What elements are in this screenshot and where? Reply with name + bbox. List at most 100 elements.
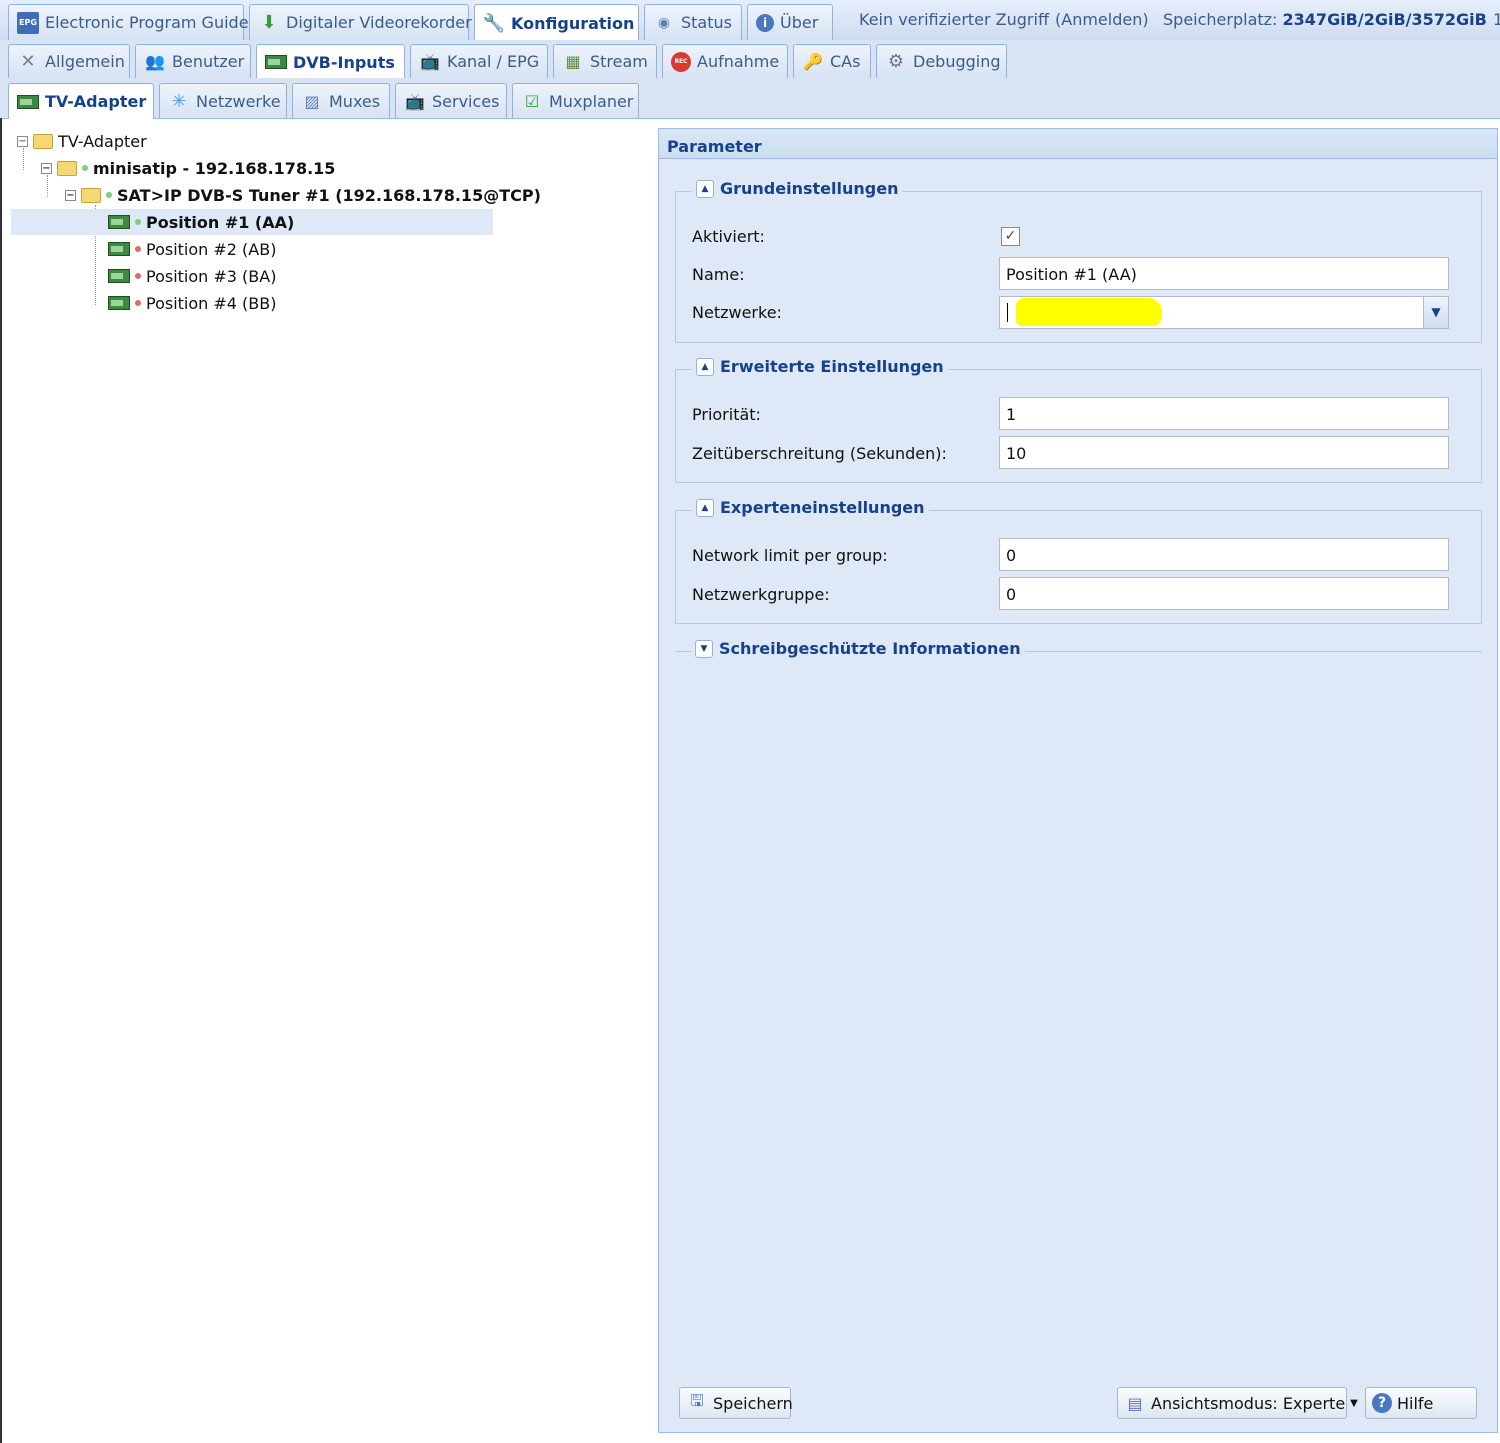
networks-label: Netzwerke:	[692, 303, 782, 322]
tab-services[interactable]: 📺 Services	[395, 83, 507, 118]
info-icon: i	[756, 13, 774, 32]
timeout-label: Zeitüberschreitung (Sekunden):	[692, 444, 947, 463]
panel-title: Parameter	[659, 129, 1497, 159]
stream-icon: ▦	[565, 52, 581, 71]
status-dot-icon	[135, 246, 141, 252]
collapse-up-icon[interactable]: ▲	[696, 498, 714, 517]
tab-recording[interactable]: REC Aufnahme	[662, 44, 788, 78]
tab-cas[interactable]: 🔑 CAs	[793, 44, 871, 78]
tab-about[interactable]: i Über	[747, 4, 833, 40]
tab-label: TV-Adapter	[45, 92, 147, 111]
tree-node-position[interactable]: Position #4 (BB)	[108, 290, 277, 316]
wrench-icon: 🔧	[482, 12, 506, 34]
network-limit-label: Network limit per group:	[692, 546, 888, 565]
tab-muxes[interactable]: ▨ Muxes	[292, 83, 390, 118]
tab-users[interactable]: 👥 Benutzer	[135, 44, 251, 78]
tree-node-position[interactable]: Position #3 (BA)	[108, 263, 276, 289]
satellite-icon: ▨	[304, 91, 320, 111]
timeout-input[interactable]: 10	[999, 436, 1449, 469]
legend-label: Schreibgeschützte Informationen	[719, 639, 1021, 658]
tab-label: CAs	[830, 52, 861, 71]
chevron-down-icon[interactable]: ▼	[1423, 297, 1448, 328]
enabled-checkbox[interactable]: ✓	[1001, 227, 1020, 246]
header-overflow-text: 1	[1493, 10, 1500, 29]
tab-stream[interactable]: ▦ Stream	[553, 44, 657, 78]
tv-icon: 📺	[420, 52, 440, 71]
window-edge	[0, 118, 2, 1443]
tree-node-label: Position #2 (AB)	[146, 239, 277, 259]
tab-configuration[interactable]: 🔧 Konfiguration	[474, 4, 639, 41]
tab-general[interactable]: ✕ Allgemein	[8, 44, 130, 78]
button-label: Ansichtsmodus: Experte	[1151, 1393, 1346, 1413]
parameter-panel: Parameter ▲ Grundeinstellungen Aktiviert…	[658, 128, 1498, 1433]
tv-icon: 📺	[405, 91, 425, 111]
storage-label: Speicherplatz:	[1163, 10, 1278, 29]
tab-label: Konfiguration	[511, 13, 635, 33]
collapse-icon[interactable]: −	[65, 189, 76, 201]
key-icon: 🔑	[803, 52, 823, 71]
access-status: Kein verifizierter Zugriff	[859, 10, 1049, 29]
tab-networks[interactable]: ✳ Netzwerke	[159, 83, 287, 118]
tab-status[interactable]: ◉ Status	[644, 4, 742, 40]
priority-label: Priorität:	[692, 405, 761, 424]
fieldset-legend[interactable]: ▼ Schreibgeschützte Informationen	[691, 639, 1025, 658]
tab-muxplaner[interactable]: ☑ Muxplaner	[512, 83, 639, 118]
collapse-up-icon[interactable]: ▲	[696, 179, 714, 198]
tab-label: Muxes	[329, 91, 381, 111]
view-mode-button[interactable]: ▤ Ansichtsmodus: Experte ▼	[1117, 1387, 1358, 1419]
tree-node-position[interactable]: Position #2 (AB)	[108, 236, 276, 262]
button-label: Hilfe	[1397, 1393, 1434, 1413]
tv-card-icon	[108, 269, 130, 283]
epg-icon: EPG	[17, 11, 39, 34]
storage-info: Speicherplatz: 2347GiB/2GiB/3572GiB	[1163, 10, 1487, 29]
storage-value: 2347GiB/2GiB/3572GiB	[1282, 10, 1487, 29]
folder-icon	[33, 133, 53, 149]
fieldset-legend[interactable]: ▲ Erweiterte Einstellungen	[692, 357, 948, 376]
tree-node-tuner[interactable]: − SAT>IP DVB-S Tuner #1 (192.168.178.15@…	[65, 182, 541, 208]
fieldset-expert: ▲ Experteneinstellungen Network limit pe…	[675, 498, 1482, 624]
tab-dvb-inputs[interactable]: DVB-Inputs	[256, 44, 405, 79]
help-button[interactable]: ? Hilfe	[1365, 1387, 1477, 1419]
users-icon: 👥	[145, 52, 165, 71]
collapse-up-icon[interactable]: ▲	[696, 357, 714, 376]
login-link[interactable]: (Anmelden)	[1055, 10, 1149, 29]
tab-label: Über	[780, 13, 819, 32]
tree-node-label: Position #4 (BB)	[146, 293, 277, 313]
tab-label: Electronic Program Guide	[45, 13, 249, 32]
tab-label: Debugging	[913, 52, 1001, 71]
name-input[interactable]: Position #1 (AA)	[999, 257, 1449, 290]
tree-node-root[interactable]: − TV-Adapter	[17, 128, 147, 154]
name-label: Name:	[692, 265, 745, 284]
fieldset-advanced: ▲ Erweiterte Einstellungen Priorität: 1 …	[675, 357, 1482, 483]
tab-label: Aufnahme	[697, 52, 780, 71]
tab-epg[interactable]: EPG Electronic Program Guide	[8, 4, 249, 40]
tree-node-position[interactable]: Position #1 (AA)	[11, 209, 493, 235]
collapse-icon[interactable]: −	[17, 135, 28, 147]
layout-icon: ▤	[1127, 1393, 1143, 1413]
tab-dvr[interactable]: ⬇ Digitaler Videorekorder	[249, 4, 472, 40]
calendar-check-icon: ☑	[524, 91, 540, 111]
legend-label: Grundeinstellungen	[720, 179, 899, 198]
tv-card-icon	[108, 242, 130, 256]
priority-input[interactable]: 1	[999, 397, 1449, 430]
tab-tv-adapter[interactable]: TV-Adapter	[8, 83, 154, 119]
tree-node-label: Position #1 (AA)	[146, 212, 295, 232]
tab-channel-epg[interactable]: 📺 Kanal / EPG	[410, 44, 548, 78]
fieldset-legend[interactable]: ▲ Grundeinstellungen	[692, 179, 903, 198]
fieldset-legend[interactable]: ▲ Experteneinstellungen	[692, 498, 929, 517]
tab-debugging[interactable]: ⚙ Debugging	[876, 44, 1007, 78]
networks-combo[interactable]: ▼	[999, 296, 1449, 329]
tv-card-icon	[108, 296, 130, 310]
save-button[interactable]: 🖫 Speichern	[679, 1387, 793, 1419]
fieldset-basic: ▲ Grundeinstellungen Aktiviert: ✓ Name: …	[675, 179, 1482, 343]
config-tabbar: ✕ Allgemein 👥 Benutzer DVB-Inputs 📺 Kana…	[0, 40, 1500, 79]
button-label: Speichern	[713, 1393, 793, 1413]
dvb-tabbar: TV-Adapter ✳ Netzwerke ▨ Muxes 📺 Service…	[0, 78, 1500, 119]
expand-down-icon[interactable]: ▼	[695, 639, 713, 658]
network-limit-input[interactable]: 0	[999, 538, 1449, 571]
gears-icon: ⚙	[887, 51, 905, 72]
redaction-highlight	[1016, 298, 1162, 326]
collapse-icon[interactable]: −	[41, 162, 52, 174]
tree-node-device[interactable]: − minisatip - 192.168.178.15	[41, 155, 335, 181]
network-group-input[interactable]: 0	[999, 577, 1449, 610]
